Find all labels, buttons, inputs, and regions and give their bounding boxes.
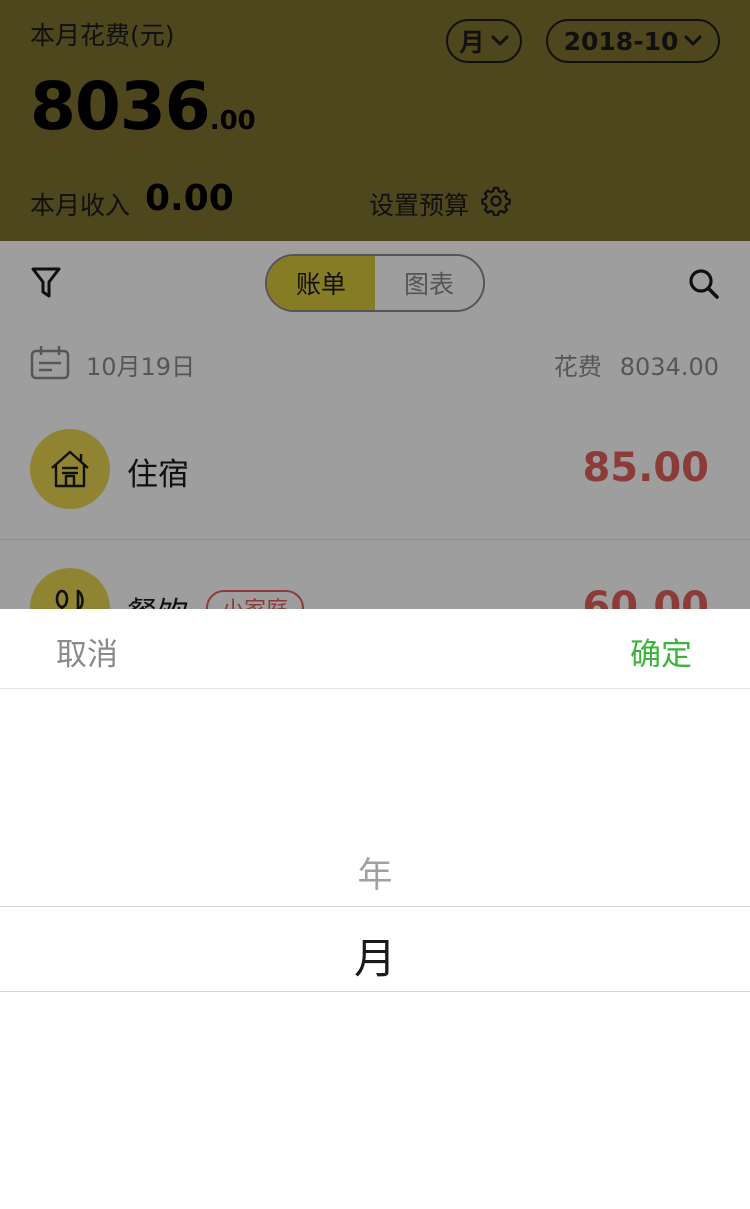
- picker-selection-top-line: [0, 906, 750, 907]
- picker-toolbar: 取消 确定: [0, 609, 750, 689]
- cancel-button[interactable]: 取消: [56, 629, 118, 674]
- period-picker-sheet: 取消 确定 年 月: [0, 609, 750, 1209]
- picker-option-month[interactable]: 月: [0, 925, 750, 986]
- confirm-button[interactable]: 确定: [630, 629, 692, 674]
- picker-option-year[interactable]: 年: [0, 847, 750, 898]
- modal-backdrop[interactable]: [0, 0, 750, 609]
- picker-selection-bottom-line: [0, 991, 750, 992]
